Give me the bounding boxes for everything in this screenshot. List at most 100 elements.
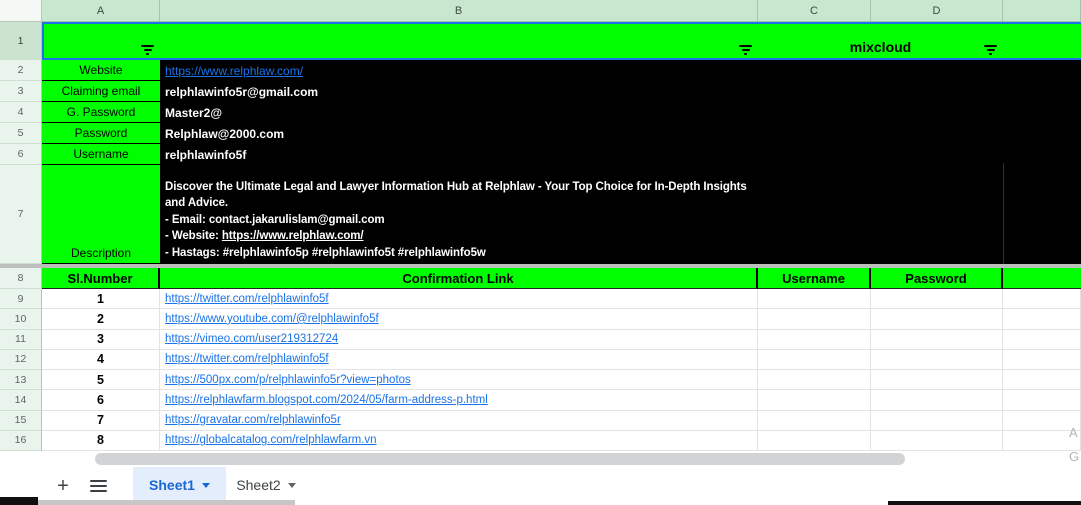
tab-sheet1[interactable]: Sheet1 — [133, 467, 226, 503]
column-header-b[interactable]: B — [160, 0, 758, 22]
row-header-14[interactable]: 14 — [0, 390, 42, 411]
description-cell[interactable]: Discover the Ultimate Legal and Lawyer I… — [160, 165, 758, 264]
serial-number-cell[interactable]: 3 — [42, 329, 160, 350]
confirmation-link[interactable]: https://500px.com/p/relphlawinfo5r?view=… — [160, 370, 758, 391]
serial-number-cell[interactable]: 7 — [42, 410, 160, 431]
row-header-2[interactable]: 2 — [0, 60, 42, 81]
header-cell-confirmation-link[interactable]: Confirmation Link — [160, 268, 758, 289]
confirmation-link[interactable]: https://gravatar.com/relphlawinfo5r — [160, 410, 758, 431]
window-edge-strip — [888, 501, 1081, 505]
row-header-10[interactable]: 10 — [0, 309, 42, 330]
description-label-cell[interactable]: Description — [42, 165, 160, 264]
empty-cell[interactable] — [871, 430, 1003, 451]
header-cell-sl-number[interactable]: Sl.Number — [42, 268, 160, 289]
row-header-1[interactable]: 1 — [0, 22, 42, 60]
empty-cell[interactable] — [871, 289, 1003, 310]
row-header-7[interactable]: 7 — [0, 165, 42, 264]
row-header-13[interactable]: 13 — [0, 370, 42, 391]
all-sheets-menu-icon[interactable] — [90, 480, 107, 492]
gridline — [1003, 163, 1004, 264]
row-header-15[interactable]: 15 — [0, 410, 42, 431]
empty-cell[interactable] — [1003, 349, 1081, 370]
serial-number-cell[interactable]: 2 — [42, 309, 160, 330]
row-header-6[interactable]: 6 — [0, 144, 42, 165]
serial-number-cell[interactable]: 6 — [42, 390, 160, 411]
tab-sheet2[interactable]: Sheet2 — [226, 467, 306, 503]
empty-cell[interactable] — [1003, 390, 1081, 411]
empty-cell[interactable] — [758, 309, 871, 330]
description-intro: Discover the Ultimate Legal and Lawyer I… — [165, 180, 747, 210]
horizontal-scrollbar[interactable] — [95, 453, 905, 465]
value-cell[interactable]: Master2@ — [160, 102, 758, 123]
label-cell-password[interactable]: Password — [42, 123, 160, 144]
chevron-down-icon[interactable] — [287, 482, 296, 488]
tab-sheet1-label: Sheet1 — [149, 477, 195, 493]
empty-cell[interactable] — [758, 410, 871, 431]
confirmation-link[interactable]: https://twitter.com/relphlawinfo5f — [160, 289, 758, 310]
platform-title-cell[interactable]: mixcloud — [758, 22, 1003, 60]
confirmation-link[interactable]: https://relphlawfarm.blogspot.com/2024/0… — [160, 390, 758, 411]
value-cell[interactable]: relphlawinfo5r@gmail.com — [160, 81, 758, 102]
empty-cell[interactable] — [1003, 329, 1081, 350]
empty-cell[interactable] — [758, 329, 871, 350]
label-cell-g-password[interactable]: G. Password — [42, 102, 160, 123]
row-header-3[interactable]: 3 — [0, 81, 42, 102]
row-header-8[interactable]: 8 — [0, 268, 42, 289]
window-edge-strip — [38, 500, 295, 505]
empty-cell[interactable] — [758, 370, 871, 391]
empty-cell[interactable] — [758, 289, 871, 310]
row-header-9[interactable]: 9 — [0, 289, 42, 310]
confirmation-link[interactable]: https://www.youtube.com/@relphlawinfo5f — [160, 309, 758, 330]
header-cell-username[interactable]: Username — [758, 268, 871, 289]
column-header-c[interactable]: C — [758, 0, 871, 22]
label-cell-claiming-email[interactable]: Claiming email — [42, 81, 160, 102]
select-all-corner[interactable] — [0, 0, 42, 22]
header-cell-empty[interactable] — [1003, 268, 1081, 289]
label-cell-username[interactable]: Username — [42, 144, 160, 165]
tab-sheet2-label: Sheet2 — [236, 477, 281, 493]
add-sheet-button[interactable]: + — [52, 475, 74, 497]
serial-number-cell[interactable]: 1 — [42, 289, 160, 310]
filter-icon[interactable] — [983, 44, 998, 55]
website-link[interactable]: https://www.relphlaw.com/ — [222, 230, 364, 242]
row-header-16[interactable]: 16 — [0, 430, 42, 451]
empty-cell[interactable] — [871, 309, 1003, 330]
empty-cell[interactable] — [758, 390, 871, 411]
chevron-down-icon[interactable] — [201, 482, 210, 488]
row-header-12[interactable]: 12 — [0, 349, 42, 370]
empty-cell[interactable] — [1003, 289, 1081, 310]
column-header-e[interactable] — [1003, 0, 1081, 22]
website-line-prefix: - Website: — [165, 230, 222, 243]
filter-icon[interactable] — [140, 44, 155, 55]
row-header-4[interactable]: 4 — [0, 102, 42, 123]
window-edge-strip — [0, 497, 38, 505]
description-hashtags-line: - Hastags: #relphlawinfo5p #relphlawinfo… — [165, 246, 486, 259]
empty-cell[interactable] — [871, 370, 1003, 391]
value-cell[interactable]: relphlawinfo5f — [160, 144, 758, 165]
confirmation-link[interactable]: https://twitter.com/relphlawinfo5f — [160, 349, 758, 370]
empty-cell[interactable] — [871, 349, 1003, 370]
empty-cell[interactable] — [758, 349, 871, 370]
serial-number-cell[interactable]: 5 — [42, 370, 160, 391]
header-cell-password[interactable]: Password — [871, 268, 1003, 289]
description-website-line: - Website: https://www.relphlaw.com/ — [165, 228, 753, 244]
value-cell[interactable]: Relphlaw@2000.com — [160, 123, 758, 144]
empty-cell[interactable] — [1003, 309, 1081, 330]
label-cell-website[interactable]: Website — [42, 60, 160, 81]
empty-cell[interactable] — [871, 390, 1003, 411]
empty-cell[interactable] — [758, 430, 871, 451]
column-header-d[interactable]: D — [871, 0, 1003, 22]
empty-cell[interactable] — [871, 410, 1003, 431]
confirmation-link[interactable]: https://vimeo.com/user219312724 — [160, 329, 758, 350]
column-header-a[interactable]: A — [42, 0, 160, 22]
empty-cell[interactable] — [1003, 370, 1081, 391]
row-header-5[interactable]: 5 — [0, 123, 42, 144]
serial-number-cell[interactable]: 4 — [42, 349, 160, 370]
row-header-11[interactable]: 11 — [0, 329, 42, 350]
spreadsheet-app: ABCD 1 2 3 4 5 6 7 8 9 10 11 12 13 14 15 16 mixcloud We… — [0, 0, 1081, 505]
website-link[interactable]: https://www.relphlaw.com/ — [160, 60, 758, 81]
empty-cell[interactable] — [871, 329, 1003, 350]
confirmation-link[interactable]: https://globalcatalog.com/relphlawfarm.v… — [160, 430, 758, 451]
filter-icon[interactable] — [738, 44, 753, 55]
serial-number-cell[interactable]: 8 — [42, 430, 160, 451]
